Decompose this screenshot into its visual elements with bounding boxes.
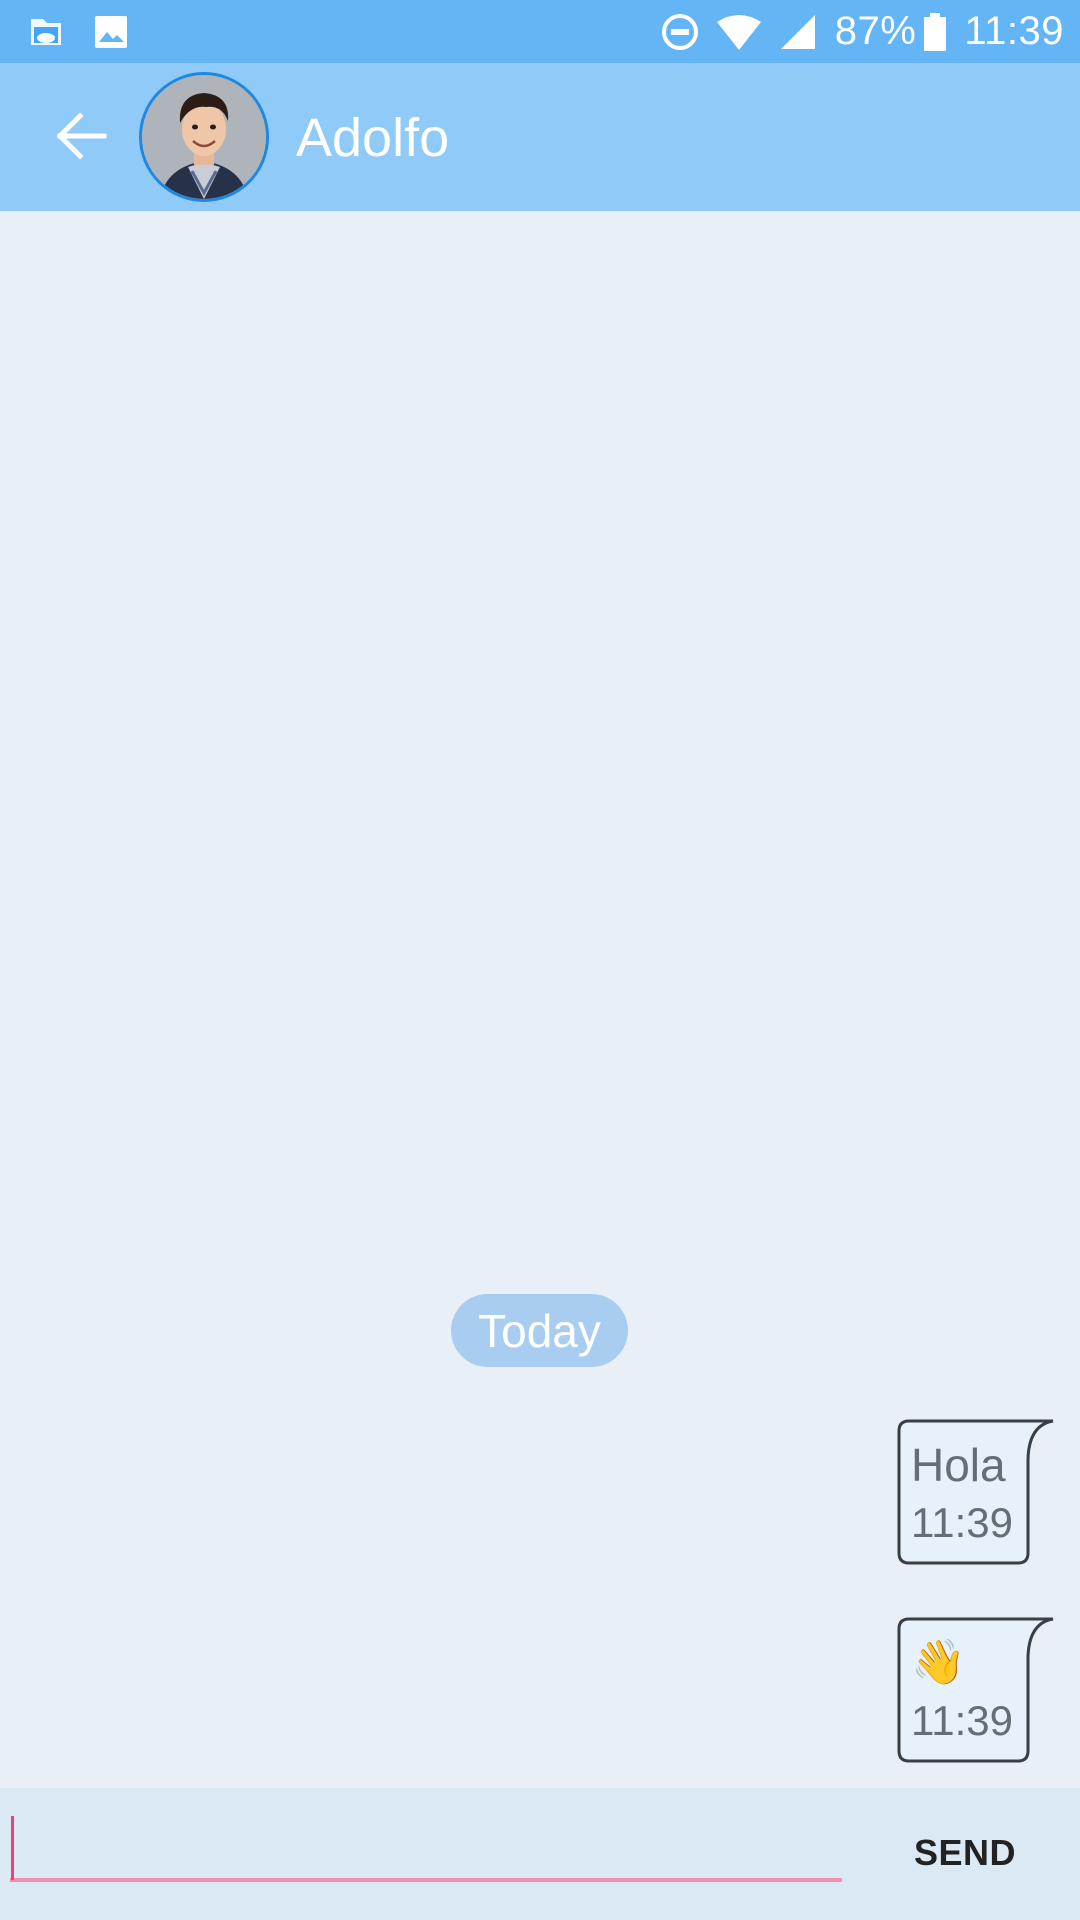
- message-text: 👋: [911, 1638, 966, 1687]
- file-manager-icon: [28, 15, 64, 49]
- send-button[interactable]: SEND: [880, 1818, 1050, 1888]
- message-time: 11:39: [911, 1697, 1013, 1744]
- status-right-icons: 87% 11:39: [661, 0, 1064, 63]
- status-bar: 87% 11:39: [0, 0, 1080, 63]
- message-time: 11:39: [911, 1499, 1013, 1546]
- status-left-icons: [28, 12, 128, 52]
- composer: SEND: [0, 1788, 1080, 1920]
- clock: 11:39: [964, 9, 1064, 53]
- arrow-left-icon: [52, 111, 108, 166]
- message-bubble[interactable]: Hola 11:39: [897, 1419, 1055, 1565]
- message-list[interactable]: Today Hola 11:39 👋 11:39: [0, 211, 1080, 1788]
- contact-photo: [142, 75, 266, 199]
- message-text: Hola: [911, 1439, 1006, 1491]
- contact-name[interactable]: Adolfo: [296, 107, 449, 169]
- image-icon: [94, 15, 128, 49]
- battery-icon: [924, 12, 947, 51]
- do-not-disturb-icon: [661, 13, 699, 51]
- message-input[interactable]: [10, 1816, 842, 1882]
- chat-header: Adolfo: [0, 63, 1080, 211]
- back-button[interactable]: [40, 103, 120, 173]
- battery-percentage: 87%: [834, 9, 917, 53]
- date-separator: Today: [451, 1294, 628, 1367]
- message-bubble[interactable]: 👋 11:39: [897, 1617, 1055, 1763]
- text-cursor: [11, 1816, 14, 1880]
- cell-signal-icon: [779, 13, 817, 51]
- wifi-icon: [716, 14, 761, 50]
- avatar[interactable]: [139, 72, 269, 202]
